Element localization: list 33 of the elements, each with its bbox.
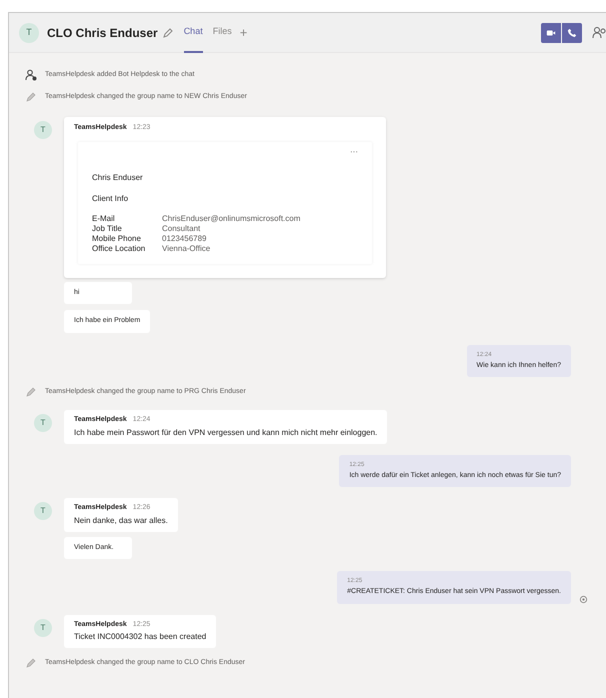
message-text: Nein danke, das war alles. xyxy=(74,514,168,526)
pencil-icon xyxy=(25,91,37,103)
add-tab-button[interactable]: + xyxy=(240,22,248,42)
field-value: Consultant xyxy=(162,224,202,234)
field-label: E-Mail xyxy=(92,214,116,224)
video-camera-icon xyxy=(546,28,556,38)
tab[interactable]: Chat xyxy=(184,12,203,52)
field-value: 0123456789 xyxy=(162,234,208,244)
pencil-icon xyxy=(25,657,37,669)
avatar: T xyxy=(34,414,52,432)
avatar: T xyxy=(34,618,52,636)
contact-name: Chris Enduser xyxy=(92,172,144,184)
person-add-icon xyxy=(25,69,37,81)
message-text: Ticket INC0004302 has been created xyxy=(74,631,206,643)
chat-title: CLO Chris Enduser xyxy=(47,24,158,42)
pencil-icon xyxy=(162,26,174,38)
people-icon[interactable] xyxy=(592,26,606,40)
field-label: Office Location xyxy=(92,244,146,254)
field-value: ChrisEnduser@onlinumsmicrosoft.com xyxy=(162,214,302,224)
video-call-button[interactable] xyxy=(541,22,561,42)
message-text: Ich habe mein Passwort für den VPN vergessen und kann mich nicht mehr einloggen. xyxy=(74,426,378,438)
avatar: T xyxy=(34,121,52,139)
field-value: Vienna-Office xyxy=(162,244,212,254)
card-subtitle: Client Info xyxy=(92,192,130,204)
tab[interactable]: Files xyxy=(212,12,232,52)
pencil-icon xyxy=(25,386,37,398)
field-label: Mobile Phone xyxy=(92,234,142,244)
avatar: T xyxy=(19,22,39,42)
phone-call-button[interactable] xyxy=(562,22,582,42)
phone-icon xyxy=(567,28,577,38)
field-label: Job Title xyxy=(92,224,123,234)
avatar: T xyxy=(34,502,52,520)
more-options-button[interactable]: ··· xyxy=(350,146,358,158)
